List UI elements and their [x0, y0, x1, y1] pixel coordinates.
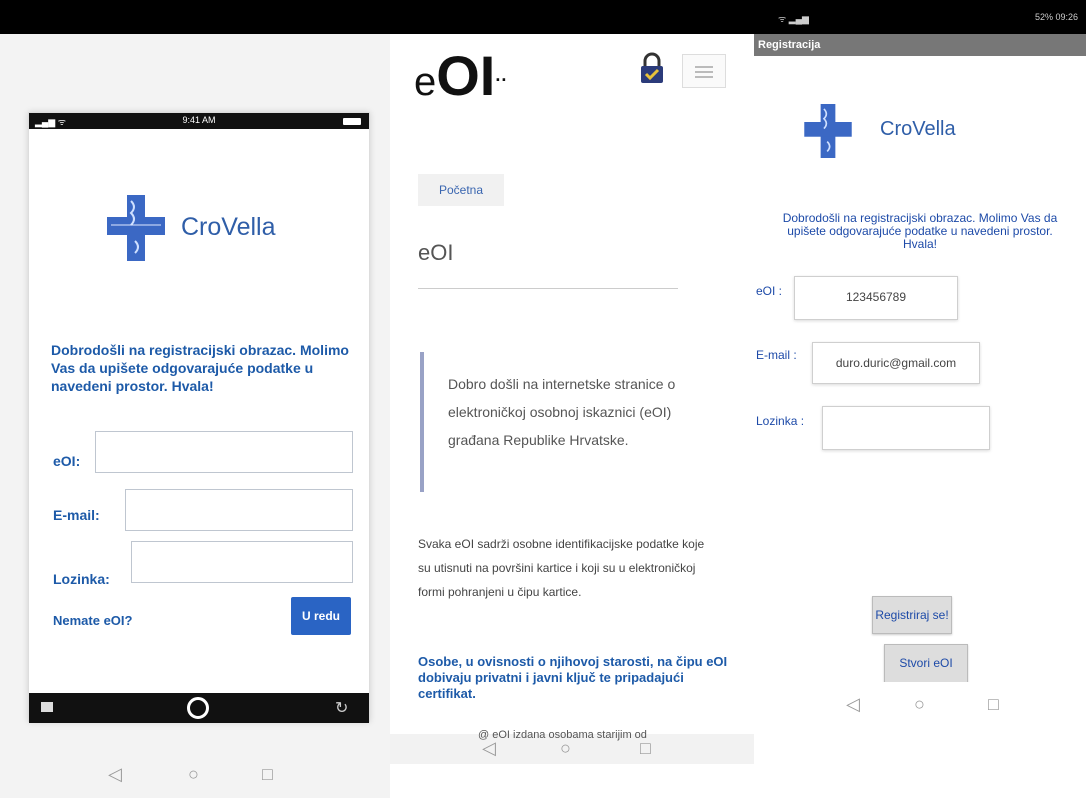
status-time: 9:41 AM	[182, 115, 216, 125]
menu-button[interactable]	[682, 54, 726, 88]
email-input[interactable]: duro.duric@gmail.com	[812, 342, 980, 384]
divider	[418, 288, 678, 289]
home-icon[interactable]: ○	[914, 694, 925, 715]
welcome-text: Dobrodošli na registracijski obrazac. Mo…	[51, 342, 349, 394]
logo-text: CroVella	[880, 118, 956, 140]
eoi-logo-oi: OI	[436, 44, 496, 107]
back-icon[interactable]: ◁	[108, 764, 122, 785]
status-bar: ᯤ ▂▄▆ 52% 09:26	[754, 0, 1086, 34]
email-input[interactable]	[125, 489, 353, 531]
welcome-text: Dobrodošli na registracijski obrazac. Mo…	[782, 211, 1058, 251]
panel-ios-registration: ▂▄▆ ᯤ 9:41 AM CroVella Dobrodošli na reg…	[0, 34, 390, 798]
email-label: E-mail:	[53, 507, 100, 523]
back-icon[interactable]: ◁	[846, 694, 860, 715]
ok-button[interactable]: U redu	[291, 597, 351, 635]
crovella-logo-icon	[107, 195, 165, 261]
no-eoi-link[interactable]: Nemate eOI?	[53, 613, 132, 628]
password-label: Lozinka:	[53, 571, 110, 587]
create-eoi-button[interactable]: Stvori eOI	[884, 644, 968, 684]
recents-icon[interactable]: □	[988, 694, 999, 715]
eoi-label: eOI:	[53, 453, 81, 469]
highlight-text: Osobe, u ovisnosti o njihovoj starosti, …	[418, 654, 728, 701]
register-button[interactable]: Registriraj se!	[872, 596, 952, 634]
cut-text: @ eOI izdana osobama starijim od	[478, 729, 647, 741]
crovella-logo-icon	[804, 104, 852, 158]
phone-nav-bar: ↻	[29, 693, 369, 723]
recents-icon[interactable]: □	[262, 764, 273, 785]
phone-frame: ▂▄▆ ᯤ 9:41 AM CroVella Dobrodošli na reg…	[28, 112, 370, 723]
breadcrumb[interactable]: Početna	[418, 174, 504, 206]
back-icon[interactable]: ↻	[335, 698, 348, 718]
home-icon[interactable]	[187, 697, 209, 719]
back-icon[interactable]: ◁	[482, 738, 496, 759]
body-text: Svaka eOI sadrži osobne identifikacijske…	[418, 537, 705, 599]
status-right: 52% 09:26	[1034, 12, 1078, 22]
logo-text: CroVella	[181, 213, 276, 241]
home-icon[interactable]: ○	[560, 738, 571, 759]
panel-eoi-website: eOI·· Početna eOI Dobro došli na interne…	[390, 34, 754, 798]
eoi-input[interactable]: 123456789	[794, 276, 958, 320]
password-input[interactable]	[131, 541, 353, 583]
email-label: E-mail :	[756, 348, 797, 362]
lock-icon[interactable]	[640, 52, 664, 84]
eoi-label: eOI :	[756, 284, 783, 298]
recents-icon[interactable]: □	[640, 738, 651, 759]
panel-android-registration: ᯤ ▂▄▆ 52% 09:26 Registracija CroVella Do…	[754, 0, 1086, 798]
page-title: eOI	[418, 240, 454, 265]
screen-header: Registracija	[754, 34, 1086, 56]
android-nav-bar: ◁ ○ □	[0, 754, 390, 798]
home-icon[interactable]: ○	[188, 764, 199, 785]
eoi-logo: eOI··	[414, 46, 507, 112]
battery-icon	[343, 118, 361, 125]
eoi-input[interactable]	[95, 431, 353, 473]
android-nav-bar: ◁ ○ □	[754, 682, 1086, 726]
welcome-quote: Dobro došli na internetske stranice o el…	[420, 352, 720, 492]
phone-status-bar: ▂▄▆ ᯤ 9:41 AM	[29, 113, 369, 129]
eoi-logo-e: e	[414, 60, 437, 104]
signal-icon: ᯤ ▂▄▆	[778, 14, 809, 24]
signal-dots-icon: ··	[495, 70, 508, 91]
password-label: Lozinka :	[756, 414, 805, 428]
menu-icon[interactable]	[41, 702, 53, 712]
password-input[interactable]	[822, 406, 990, 450]
